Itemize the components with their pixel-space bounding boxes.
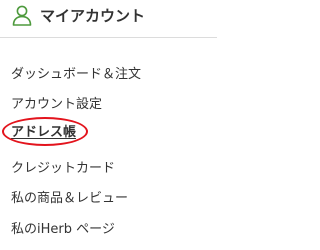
menu-item-my-products-reviews[interactable]: 私の商品＆レビュー <box>11 190 128 207</box>
account-title: マイアカウント <box>40 7 146 25</box>
menu-item-dashboard-orders[interactable]: ダッシュボード＆注文 <box>11 66 141 83</box>
menu-item-my-iherb-page[interactable]: 私のiHerb ページ <box>11 221 115 238</box>
user-icon <box>12 5 32 26</box>
account-header: マイアカウント <box>0 0 217 38</box>
menu-item-credit-card[interactable]: クレジットカード <box>11 160 115 177</box>
menu-item-address-book[interactable]: アドレス帳 <box>11 124 76 141</box>
menu-item-account-settings[interactable]: アカウント設定 <box>11 96 102 113</box>
header-divider <box>0 37 217 38</box>
